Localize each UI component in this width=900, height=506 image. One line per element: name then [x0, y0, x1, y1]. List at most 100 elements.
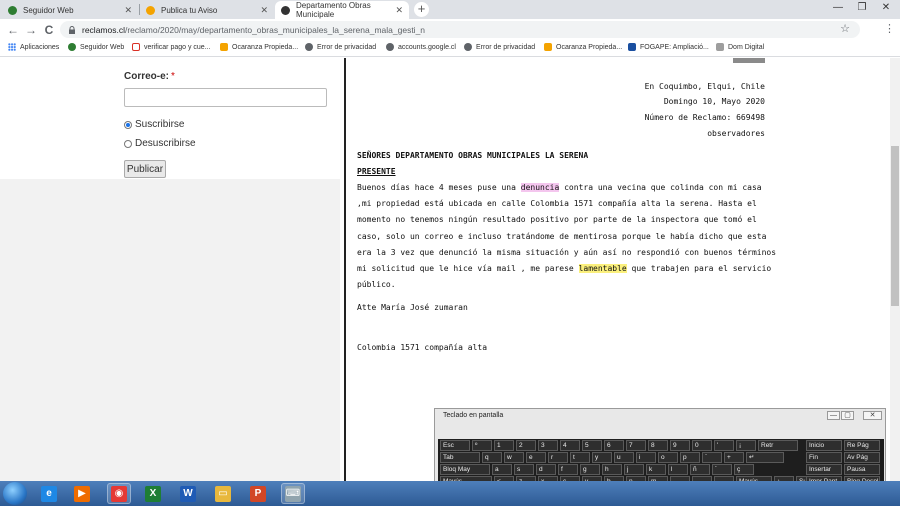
key-e[interactable]: e — [526, 452, 546, 463]
taskbar-internet-explorer-button[interactable]: e — [37, 483, 61, 504]
key-inicio[interactable]: Inicio — [806, 440, 842, 451]
unsubscribe-radio[interactable] — [124, 139, 132, 148]
key-l[interactable]: l — [668, 464, 688, 475]
key-1[interactable]: 1 — [494, 440, 514, 451]
key-8[interactable]: 8 — [648, 440, 668, 451]
bookmark-error-privacidad-1[interactable]: Error de privacidad — [305, 43, 376, 51]
key-p[interactable]: p — [680, 452, 700, 463]
key-fin[interactable]: Fin — [806, 452, 842, 463]
key-bloq-may[interactable]: Bloq May — [440, 464, 490, 475]
key-2[interactable]: 2 — [516, 440, 536, 451]
key-5[interactable]: 5 — [582, 440, 602, 451]
seguidor-favicon-icon — [68, 43, 76, 51]
bookmark-apps[interactable]: Aplicaciones — [8, 43, 59, 51]
address-bar[interactable]: reclamos.cl/reclamo/2020/may/departament… — [60, 21, 860, 38]
key-f[interactable]: f — [558, 464, 578, 475]
letter-address: Colombia 1571 compañía alta — [357, 343, 488, 352]
new-tab-button[interactable]: + — [414, 2, 429, 17]
key-d[interactable]: d — [536, 464, 556, 475]
back-button[interactable]: ← — [5, 22, 21, 38]
key-9[interactable]: 9 — [670, 440, 690, 451]
key-0[interactable]: 0 — [692, 440, 712, 451]
scrollbar-thumb[interactable] — [891, 146, 899, 306]
key-+[interactable]: + — [724, 452, 744, 463]
lock-icon[interactable] — [68, 25, 76, 34]
key-j[interactable]: j — [624, 464, 644, 475]
key-re-pág[interactable]: Re Pág — [844, 440, 880, 451]
reload-button[interactable]: C — [41, 22, 57, 38]
key-¡[interactable]: ¡ — [736, 440, 756, 451]
key-y[interactable]: y — [592, 452, 612, 463]
key-a[interactable]: a — [492, 464, 512, 475]
close-tab-icon[interactable]: ✕ — [395, 5, 403, 16]
taskbar-file-explorer-button[interactable]: ▭ — [211, 483, 235, 504]
tab-title: Publica tu Aviso — [161, 5, 218, 15]
bookmark-dom-digital[interactable]: Dom Digital — [716, 43, 764, 51]
key-↵[interactable]: ↵ — [746, 452, 784, 463]
key-6[interactable]: 6 — [604, 440, 624, 451]
taskbar-chrome-button[interactable]: ◉ — [107, 483, 131, 504]
key-'[interactable]: ' — [714, 440, 734, 451]
gmail-icon — [132, 43, 140, 51]
tab-seguidor-web[interactable]: Seguidor Web ✕ — [2, 1, 138, 19]
key-7[interactable]: 7 — [626, 440, 646, 451]
url-host: reclamos.cl — [82, 24, 125, 35]
key-k[interactable]: k — [646, 464, 666, 475]
close-tab-icon[interactable]: ✕ — [124, 5, 132, 16]
bookmark-error-privacidad-2[interactable]: Error de privacidad — [464, 43, 535, 51]
key-q[interactable]: q — [482, 452, 502, 463]
keyboard-minimize-button[interactable]: — — [827, 411, 840, 420]
key-av-pág[interactable]: Av Pág — [844, 452, 880, 463]
key-t[interactable]: t — [570, 452, 590, 463]
key-retr[interactable]: Retr — [758, 440, 798, 451]
key-4[interactable]: 4 — [560, 440, 580, 451]
forward-button[interactable]: → — [23, 22, 39, 38]
bookmark-gmail[interactable]: verificar pago y cue... — [132, 43, 211, 51]
key-ñ[interactable]: ñ — [690, 464, 710, 475]
key-o[interactable]: o — [658, 452, 678, 463]
key-u[interactable]: u — [614, 452, 634, 463]
key-tab[interactable]: Tab — [440, 452, 480, 463]
key-r[interactable]: r — [548, 452, 568, 463]
bookmark-accounts-google[interactable]: accounts.google.cl — [386, 43, 456, 51]
key-ç[interactable]: ç — [734, 464, 754, 475]
key-w[interactable]: w — [504, 452, 524, 463]
minimize-button[interactable]: — — [826, 1, 850, 15]
bookmark-seguidor-web[interactable]: Seguidor Web — [68, 43, 124, 51]
subscribe-radio[interactable] — [124, 120, 132, 129]
taskbar-on-screen-keyboard-button[interactable]: ⌨ — [281, 483, 305, 504]
key-esc[interactable]: Esc — [440, 440, 470, 451]
taskbar-word-button[interactable]: W — [176, 483, 200, 504]
key-´[interactable]: ´ — [712, 464, 732, 475]
key-insertar[interactable]: Insertar — [806, 464, 842, 475]
maximize-button[interactable]: ❐ — [850, 1, 874, 15]
bookmark-ocaranza-1[interactable]: Ocaranza Propieda... — [220, 43, 298, 51]
keyboard-maximize-button[interactable]: ▢ — [841, 411, 854, 420]
publish-button[interactable]: Publicar — [124, 160, 166, 178]
tab-departamento-obras[interactable]: Departamento Obras Municipale ✕ — [275, 1, 409, 19]
key-pausa[interactable]: Pausa — [844, 464, 880, 475]
keyboard-close-button[interactable]: ✕ — [863, 411, 882, 420]
taskbar-excel-button[interactable]: X — [141, 483, 165, 504]
bookmark-fogape[interactable]: FOGAPE: Ampliació... — [628, 43, 709, 51]
taskbar-media-player-button[interactable]: ▶ — [70, 483, 94, 504]
close-tab-icon[interactable]: ✕ — [260, 5, 268, 16]
key-3[interactable]: 3 — [538, 440, 558, 451]
key-i[interactable]: i — [636, 452, 656, 463]
start-button[interactable] — [3, 482, 27, 505]
key-`[interactable]: ` — [702, 452, 722, 463]
bookmark-ocaranza-2[interactable]: Ocaranza Propieda... — [544, 43, 622, 51]
key-s[interactable]: s — [514, 464, 534, 475]
tab-publica-tu-aviso[interactable]: Publica tu Aviso ✕ — [140, 1, 274, 19]
browser-menu-icon[interactable]: ⋮ — [884, 22, 895, 35]
key-h[interactable]: h — [602, 464, 622, 475]
email-field[interactable] — [124, 88, 327, 107]
key-º[interactable]: º — [472, 440, 492, 451]
key-g[interactable]: g — [580, 464, 600, 475]
taskbar-powerpoint-button[interactable]: P — [246, 483, 270, 504]
close-window-button[interactable]: ✕ — [874, 1, 898, 15]
subscribe-option[interactable]: Suscribirse — [124, 119, 184, 130]
unsubscribe-label: Desuscribirse — [135, 138, 196, 149]
unsubscribe-option[interactable]: Desuscribirse — [124, 138, 196, 149]
bookmark-star-icon[interactable]: ☆ — [840, 22, 850, 35]
